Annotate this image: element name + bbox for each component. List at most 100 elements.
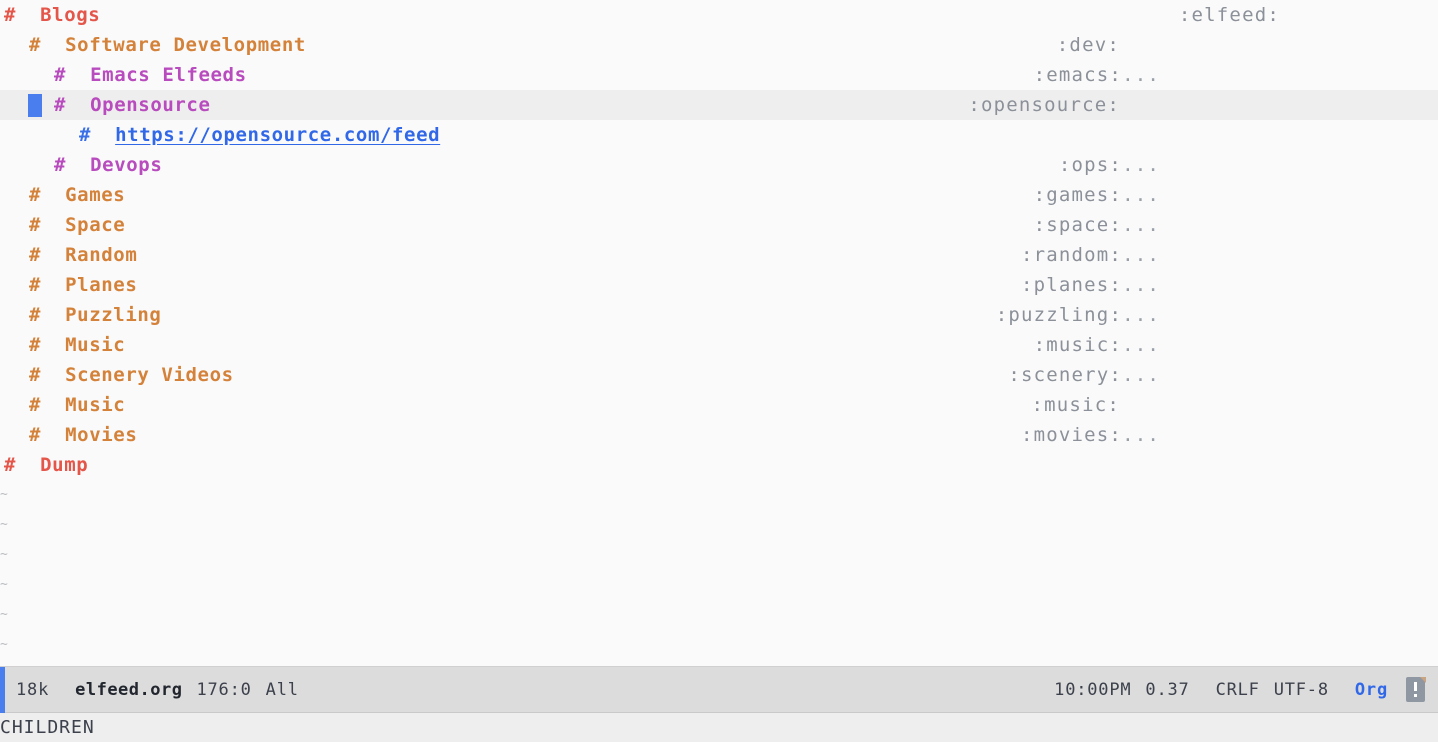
org-headline-row[interactable]: # Software Development :dev: (0, 30, 1438, 60)
org-headline-row[interactable]: # Puzzling :puzzling:... (0, 300, 1438, 330)
org-headline-row[interactable]: # https://opensource.com/feed (0, 120, 1438, 150)
org-headline[interactable]: # Movies (29, 420, 137, 450)
org-headline-title[interactable]: Devops (90, 154, 162, 176)
org-headline-row[interactable]: # Planes :planes:... (0, 270, 1438, 300)
org-tag[interactable]: :dev: (1057, 30, 1120, 60)
org-headline-title[interactable]: Planes (65, 274, 137, 296)
org-tag[interactable]: :movies:... (1021, 420, 1160, 450)
org-headline-row[interactable]: # Opensource :opensource: (0, 90, 1438, 120)
org-tag[interactable]: :scenery:... (1008, 360, 1160, 390)
org-bullet-icon[interactable]: # (79, 124, 91, 146)
org-tag[interactable]: :planes:... (1021, 270, 1160, 300)
org-tag[interactable]: :emacs:... (1034, 60, 1160, 90)
org-headline-title[interactable]: Opensource (90, 94, 210, 116)
org-tag[interactable]: :space:... (1034, 210, 1160, 240)
org-bullet-icon[interactable]: # (29, 244, 41, 266)
org-folded-ellipsis[interactable]: ... (1122, 184, 1160, 206)
org-folded-ellipsis[interactable]: ... (1122, 154, 1160, 176)
line-ending-indicator[interactable]: CRLF (1216, 667, 1260, 713)
org-headline-row[interactable]: # Movies :movies:... (0, 420, 1438, 450)
org-headline-row[interactable]: # Music :music: (0, 390, 1438, 420)
org-headline-title[interactable]: Puzzling (65, 304, 161, 326)
org-headline-row[interactable]: # Random :random:... (0, 240, 1438, 270)
org-headline[interactable]: # Dump (4, 450, 88, 480)
org-headline-row[interactable]: # Music :music:... (0, 330, 1438, 360)
org-headline[interactable]: # Puzzling (29, 300, 161, 330)
org-folded-ellipsis[interactable]: ... (1122, 334, 1160, 356)
org-headline-row[interactable]: # Dump (0, 450, 1438, 480)
org-headline-title[interactable]: Emacs Elfeeds (90, 64, 247, 86)
org-folded-ellipsis[interactable]: ... (1122, 214, 1160, 236)
org-folded-ellipsis[interactable]: ... (1122, 274, 1160, 296)
org-headline-row[interactable]: # Games :games:... (0, 180, 1438, 210)
org-headline-row[interactable]: # Emacs Elfeeds :emacs:... (0, 60, 1438, 90)
org-folded-ellipsis[interactable]: ... (1122, 304, 1160, 326)
text-cursor (28, 94, 42, 117)
org-headline[interactable]: # Space (29, 210, 125, 240)
org-bullet-icon[interactable]: # (29, 184, 41, 206)
org-headline[interactable]: # Emacs Elfeeds (54, 60, 247, 90)
org-headline[interactable]: # Opensource (54, 90, 211, 120)
org-headline-title[interactable]: Software Development (65, 34, 306, 56)
major-mode-label[interactable]: Org (1355, 667, 1388, 713)
org-bullet-icon[interactable]: # (54, 64, 66, 86)
org-headline[interactable]: # Random (29, 240, 137, 270)
org-headline-title[interactable]: Scenery Videos (65, 364, 234, 386)
org-headline-row[interactable]: # Scenery Videos :scenery:... (0, 360, 1438, 390)
org-tag[interactable]: :random:... (1021, 240, 1160, 270)
org-headline-title[interactable]: Music (65, 334, 125, 356)
org-tag-label: :elfeed: (1178, 4, 1280, 26)
org-bullet-icon[interactable]: # (29, 394, 41, 416)
org-headline-row[interactable]: # Blogs :elfeed: (0, 0, 1438, 30)
org-headline-title[interactable]: Space (65, 214, 125, 236)
document-warning-icon-dot (1414, 694, 1417, 697)
org-headline[interactable]: # Planes (29, 270, 137, 300)
buffer-name[interactable]: elfeed.org (75, 667, 182, 713)
org-headline[interactable]: # Devops (54, 150, 162, 180)
org-headline[interactable]: # https://opensource.com/feed (79, 120, 440, 150)
org-bullet-icon[interactable]: # (4, 454, 16, 476)
org-tag[interactable]: :elfeed: (1179, 0, 1280, 30)
org-headline[interactable]: # Scenery Videos (29, 360, 234, 390)
org-tag[interactable]: :music: (1032, 390, 1120, 420)
org-tag[interactable]: :puzzling:... (996, 300, 1160, 330)
org-tag-label: :dev: (1056, 34, 1120, 56)
org-headline-title[interactable]: Games (65, 184, 125, 206)
encoding-indicator[interactable]: UTF-8 (1274, 667, 1329, 713)
org-buffer[interactable]: # Blogs :elfeed: # Software Development :de… (0, 0, 1438, 666)
org-tag[interactable]: :opensource: (968, 90, 1120, 120)
org-tag[interactable]: :games:... (1034, 180, 1160, 210)
org-headline-row[interactable]: # Devops :ops:... (0, 150, 1438, 180)
org-bullet-icon[interactable]: # (29, 34, 41, 56)
org-folded-ellipsis[interactable]: ... (1122, 244, 1160, 266)
org-folded-ellipsis[interactable]: ... (1122, 424, 1160, 446)
org-tag[interactable]: :ops:... (1059, 150, 1160, 180)
org-headline-title[interactable]: Movies (65, 424, 137, 446)
org-folded-ellipsis[interactable]: ... (1122, 64, 1160, 86)
org-headline[interactable]: # Music (29, 330, 125, 360)
org-headline[interactable]: # Music (29, 390, 125, 420)
org-tag-label: :opensource: (968, 94, 1120, 116)
org-bullet-icon[interactable]: # (54, 154, 66, 176)
org-bullet-icon[interactable]: # (29, 334, 41, 356)
org-bullet-icon[interactable]: # (4, 4, 16, 26)
org-feed-link[interactable]: https://opensource.com/feed (115, 124, 440, 146)
org-headline-title[interactable]: Music (65, 394, 125, 416)
org-bullet-icon[interactable]: # (29, 424, 41, 446)
org-bullet-icon[interactable]: # (29, 304, 41, 326)
org-headline[interactable]: # Games (29, 180, 125, 210)
org-bullet-icon[interactable]: # (54, 94, 66, 116)
org-headline[interactable]: # Software Development (29, 30, 306, 60)
org-headline-title[interactable]: Dump (40, 454, 88, 476)
org-bullet-icon[interactable]: # (29, 364, 41, 386)
org-headline[interactable]: # Blogs (4, 0, 100, 30)
org-folded-ellipsis[interactable]: ... (1122, 364, 1160, 386)
org-headline-title[interactable]: Random (65, 244, 137, 266)
org-bullet-icon[interactable]: # (29, 274, 41, 296)
org-tag[interactable]: :music:... (1034, 330, 1160, 360)
document-warning-icon-fold (1420, 677, 1426, 683)
document-warning-icon[interactable] (1406, 677, 1426, 703)
org-bullet-icon[interactable]: # (29, 214, 41, 236)
org-headline-row[interactable]: # Space :space:... (0, 210, 1438, 240)
org-headline-title[interactable]: Blogs (40, 4, 100, 26)
